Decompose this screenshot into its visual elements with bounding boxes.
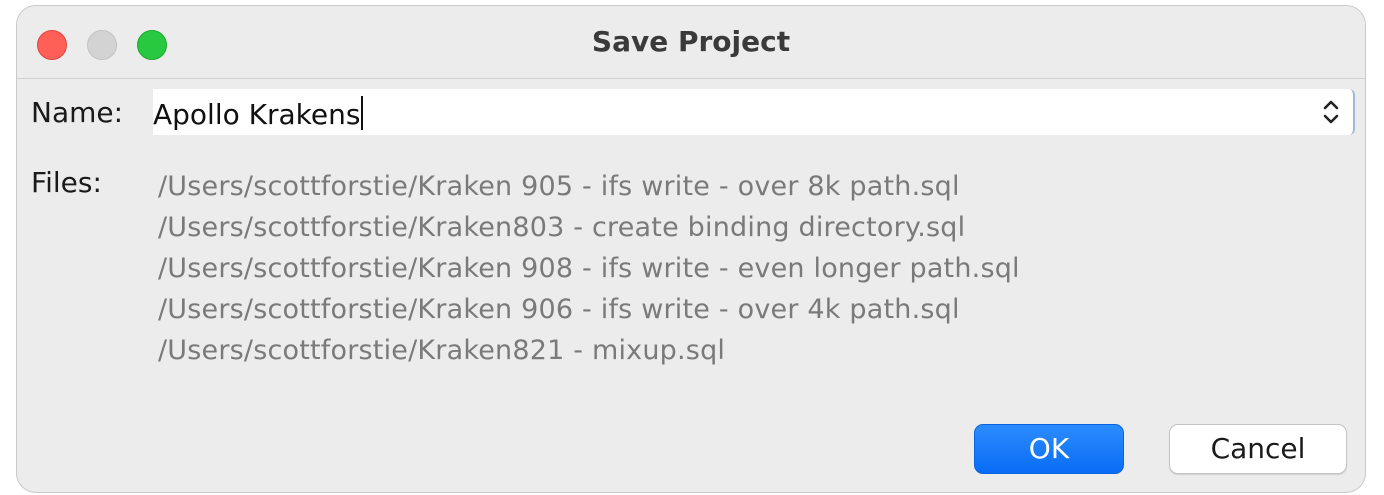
text-caret (361, 96, 364, 130)
file-path: /Users/scottforstie/Kraken803 - create b… (158, 212, 966, 243)
file-path: /Users/scottforstie/Kraken821 - mixup.sq… (158, 335, 726, 366)
name-label: Name: (31, 96, 124, 129)
project-name-input[interactable]: Apollo Krakens (153, 96, 364, 131)
ok-button[interactable]: OK (974, 424, 1124, 474)
save-project-dialog: Save Project Name: Apollo Krakens Files:… (16, 5, 1366, 493)
title-bar[interactable]: Save Project (17, 6, 1365, 79)
file-path: /Users/scottforstie/Kraken 905 - ifs wri… (158, 171, 960, 202)
files-label: Files: (31, 166, 102, 199)
cancel-button[interactable]: Cancel (1169, 424, 1347, 474)
file-list: /Users/scottforstie/Kraken 905 - ifs wri… (158, 166, 1020, 371)
file-path: /Users/scottforstie/Kraken 908 - ifs wri… (158, 253, 1020, 284)
project-name-combobox[interactable]: Apollo Krakens (153, 89, 1355, 135)
up-down-chevron-icon[interactable] (1319, 95, 1343, 129)
file-path: /Users/scottforstie/Kraken 906 - ifs wri… (158, 294, 960, 325)
project-name-text: Apollo Krakens (153, 98, 361, 131)
dialog-title: Save Project (591, 25, 791, 58)
